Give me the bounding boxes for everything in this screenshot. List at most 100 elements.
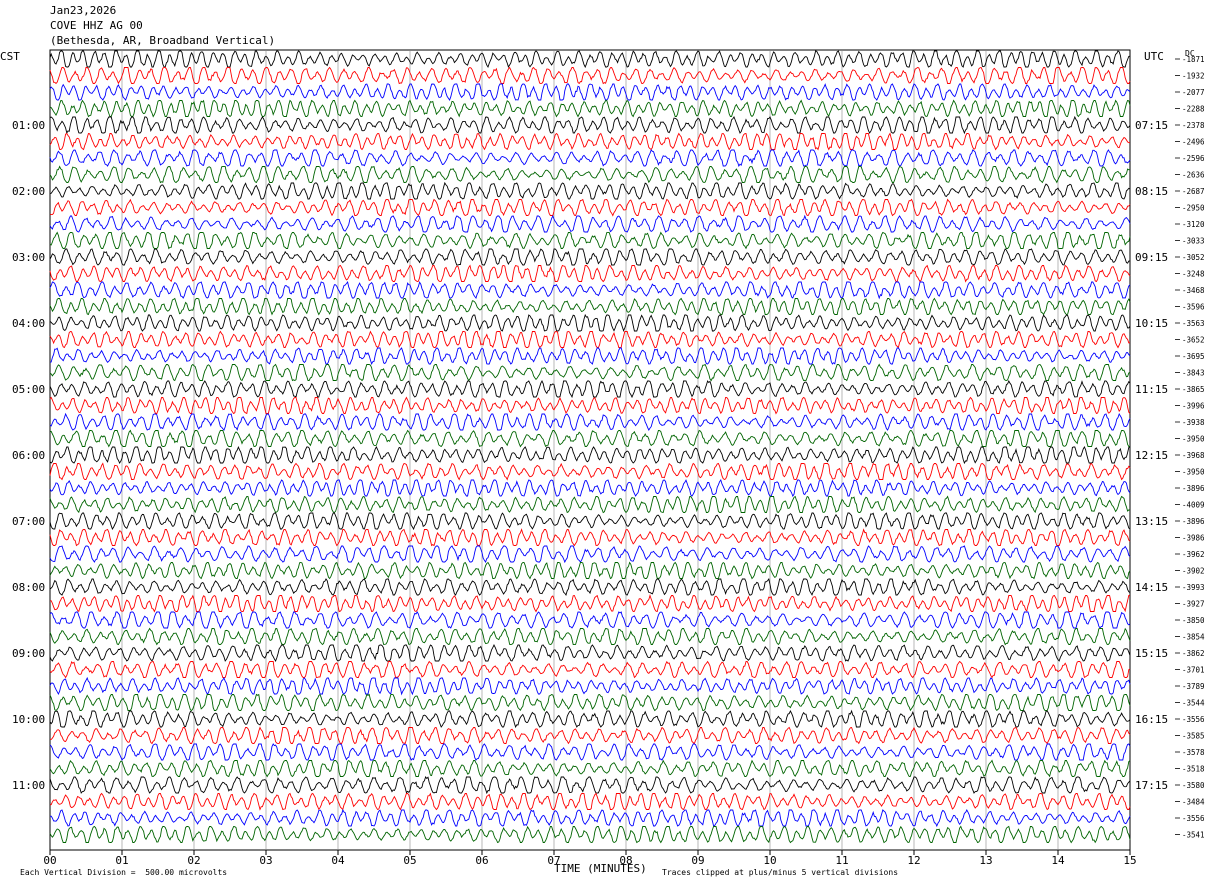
- dc-offset-label: -3927: [1182, 600, 1205, 609]
- trace-line: [49, 313, 1131, 332]
- x-tick-label: 10: [763, 854, 776, 867]
- x-tick-label: 01: [115, 854, 128, 867]
- dc-offset-label: -3902: [1182, 567, 1205, 576]
- dc-offset-label: -3580: [1182, 781, 1205, 790]
- trace-line: [49, 429, 1130, 448]
- x-tick-label: 09: [691, 854, 704, 867]
- dc-offset-label: -3596: [1182, 303, 1205, 312]
- trace-line: [49, 50, 1131, 69]
- left-hour-label: 05:00: [12, 383, 45, 396]
- x-tick-label: 00: [43, 854, 56, 867]
- dc-offset-label: -3854: [1182, 633, 1205, 642]
- dc-offset-label: -1932: [1182, 72, 1205, 81]
- trace-line: [49, 446, 1131, 465]
- dc-offset-label: -3701: [1182, 666, 1205, 675]
- trace-line: [49, 363, 1131, 382]
- dc-offset-label: -3578: [1182, 748, 1205, 757]
- dc-offset-label: -3896: [1182, 517, 1205, 526]
- dc-offset-label: -3468: [1182, 286, 1205, 295]
- trace-line: [49, 478, 1131, 497]
- x-tick-label: 06: [475, 854, 488, 867]
- trace-line: [49, 660, 1131, 679]
- right-timezone-label: UTC: [1144, 50, 1164, 63]
- dc-offset-label: -3789: [1182, 682, 1205, 691]
- left-hour-label: 11:00: [12, 779, 45, 792]
- location-label: (Bethesda, AR, Broadband Vertical): [50, 34, 276, 47]
- trace-line: [49, 297, 1131, 316]
- right-hour-label: 13:15: [1135, 515, 1168, 528]
- right-hour-label: 10:15: [1135, 317, 1168, 330]
- dc-offset-label: -3518: [1182, 765, 1205, 774]
- left-hour-label: 04:00: [12, 317, 45, 330]
- trace-line: [49, 578, 1131, 597]
- dc-offset-label: -3950: [1182, 468, 1205, 477]
- dc-offset-label: -2288: [1182, 105, 1205, 114]
- dc-offset-label: -3052: [1182, 253, 1205, 262]
- dc-offset-label: -3962: [1182, 550, 1205, 559]
- dc-offset-label: -3843: [1182, 369, 1205, 378]
- trace-line: [49, 627, 1131, 646]
- dc-offset-label: -3563: [1182, 319, 1205, 328]
- trace-line: [49, 709, 1131, 729]
- dc-offset-label: -2687: [1182, 187, 1205, 196]
- dc-offset-label: -3541: [1182, 831, 1205, 840]
- left-hour-label: 08:00: [12, 581, 45, 594]
- station-label: COVE HHZ AG 00: [50, 19, 143, 32]
- trace-line: [49, 412, 1131, 431]
- right-hour-label: 15:15: [1135, 647, 1168, 660]
- dc-offset-label: -3484: [1182, 798, 1205, 807]
- trace-line: [49, 825, 1131, 844]
- dc-offset-label: -3695: [1182, 352, 1205, 361]
- dc-offset-label: -2636: [1182, 171, 1205, 180]
- trace-line: [49, 115, 1131, 135]
- dc-offset-label: -3950: [1182, 435, 1205, 444]
- trace-line: [49, 264, 1131, 283]
- trace-line: [49, 99, 1131, 118]
- dc-offset-label: -3585: [1182, 732, 1205, 741]
- right-hour-label: 17:15: [1135, 779, 1168, 792]
- trace-line: [49, 231, 1131, 250]
- right-hour-label: 07:15: [1135, 119, 1168, 132]
- x-tick-label: 15: [1123, 854, 1136, 867]
- trace-line: [49, 248, 1131, 266]
- trace-line: [49, 593, 1130, 613]
- left-hour-label: 06:00: [12, 449, 45, 462]
- seismogram-plot: 00 01 02 03 04 05 06 07 08 09 10 11 12 13 14 15-1871-19…: [12, 49, 1205, 867]
- dc-offset-label: -3033: [1182, 237, 1205, 246]
- left-timezone-label: CST: [0, 50, 20, 63]
- right-hour-label: 11:15: [1135, 383, 1168, 396]
- dc-offset-label: -3120: [1182, 220, 1205, 229]
- scale-note: Each Vertical Division = 500.00 microvol…: [20, 868, 228, 877]
- dc-offset-label: -2378: [1182, 121, 1205, 130]
- dc-offset-label: -3544: [1182, 699, 1205, 708]
- x-tick-label: 13: [979, 854, 992, 867]
- trace-line: [49, 743, 1131, 761]
- right-hour-label: 12:15: [1135, 449, 1168, 462]
- trace-line: [49, 643, 1131, 663]
- trace-line: [49, 132, 1131, 151]
- trace-line: [49, 396, 1131, 415]
- x-tick-label: 14: [1051, 854, 1065, 867]
- left-hour-label: 01:00: [12, 119, 45, 132]
- trace-line: [49, 545, 1131, 564]
- left-hour-label: 02:00: [12, 185, 45, 198]
- dc-offset-label: -3896: [1182, 484, 1205, 493]
- dc-offset-label: -2950: [1182, 204, 1205, 213]
- right-hour-label: 14:15: [1135, 581, 1168, 594]
- left-hour-label: 07:00: [12, 515, 45, 528]
- dc-offset-label: -3556: [1182, 814, 1205, 823]
- x-tick-label: 05: [403, 854, 416, 867]
- x-tick-label: 04: [331, 854, 345, 867]
- dc-offset-label: -3652: [1182, 336, 1205, 345]
- trace-line: [49, 149, 1131, 168]
- trace-line: [49, 776, 1131, 795]
- trace-line: [49, 66, 1131, 85]
- trace-line: [49, 808, 1131, 828]
- right-hour-label: 16:15: [1135, 713, 1168, 726]
- x-tick-label: 11: [835, 854, 848, 867]
- dc-label: DC: [1185, 49, 1195, 58]
- left-hour-label: 10:00: [12, 713, 45, 726]
- trace-line: [49, 181, 1131, 200]
- x-tick-label: 02: [187, 854, 200, 867]
- x-axis-label: TIME (MINUTES): [554, 862, 647, 875]
